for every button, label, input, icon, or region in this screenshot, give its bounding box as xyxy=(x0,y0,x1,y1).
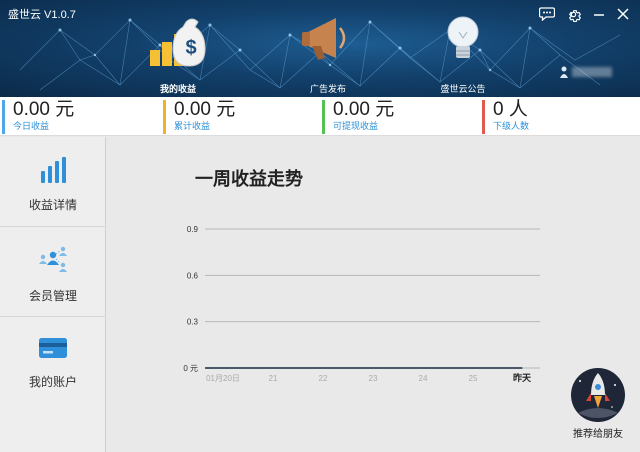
stat-value: 0.00 元 xyxy=(13,99,75,120)
minimize-icon[interactable] xyxy=(589,4,609,24)
username-obscured xyxy=(572,67,612,77)
svg-text:$: $ xyxy=(185,37,196,59)
chart-x-tick-label: 21 xyxy=(269,374,278,383)
chart-data-point xyxy=(372,367,374,369)
nav-label: 我的收益 xyxy=(159,84,196,94)
stat-caption: 累计收益 xyxy=(174,121,211,131)
chart-x-tick-label: 24 xyxy=(419,374,428,383)
header-banner: 盛世云 V1.0.7 $ 我的收益 广告发布 盛世云公告 xyxy=(0,0,640,97)
nav-announcements[interactable]: 盛世云公告 xyxy=(419,10,507,96)
stats-bar: 0.00 元 今日收益 0.00 元 累计收益 0.00 元 可提现收益 0 人… xyxy=(0,97,640,136)
chart-y-tick-label: 0.3 xyxy=(187,318,199,327)
chart-x-tick-label: 23 xyxy=(369,374,378,383)
chart-x-tick-label: 25 xyxy=(469,374,478,383)
nav-label: 广告发布 xyxy=(309,84,346,94)
close-icon[interactable] xyxy=(613,4,633,24)
user-icon xyxy=(560,66,568,78)
stat-caption: 下级人数 xyxy=(493,121,530,131)
bar-chart-icon xyxy=(41,157,66,183)
chart-x-tick-label: 昨天 xyxy=(513,372,532,383)
megaphone-icon xyxy=(302,18,346,60)
main-panel: 一周收益走势 0 元 0.3 0.6 0.9 01月20日 21 22 23 24 25 昨天 xyxy=(107,137,640,452)
stat-total-earnings: 0.00 元 累计收益 xyxy=(163,100,235,134)
stat-value: 0.00 元 xyxy=(333,99,395,120)
sidebar: 收益详情 会员管理 我的账户 xyxy=(0,137,106,452)
chart-y-tick-label: 0.9 xyxy=(187,225,199,234)
card-icon xyxy=(39,338,67,358)
sidebar-item-label: 收益详情 xyxy=(28,198,77,212)
stat-today-earnings: 0.00 元 今日收益 xyxy=(2,100,74,134)
nav-label: 盛世云公告 xyxy=(440,84,486,94)
chart-x-tick-label: 01月20日 xyxy=(206,374,240,383)
nav-my-earnings[interactable]: $ 我的收益 xyxy=(134,10,222,96)
gear-icon[interactable] xyxy=(563,4,583,24)
app-window: 盛世云 V1.0.7 $ 我的收益 广告发布 盛世云公告 0.00 元 今日收益… xyxy=(0,0,640,452)
chart-data-point xyxy=(272,367,274,369)
sidebar-item-label: 会员管理 xyxy=(28,289,77,303)
sidebar-item-earnings-detail[interactable]: 收益详情 xyxy=(0,137,106,227)
chart-y-tick-label: 0 元 xyxy=(183,364,198,373)
chart-data-point xyxy=(521,367,523,369)
stat-caption: 可提现收益 xyxy=(333,121,379,131)
sidebar-item-member-management[interactable]: 会员管理 xyxy=(0,227,106,317)
user-info[interactable] xyxy=(560,66,612,78)
stat-caption: 今日收益 xyxy=(13,121,50,131)
sidebar-item-my-account[interactable]: 我的账户 xyxy=(0,317,106,407)
app-title: 盛世云 V1.0.7 xyxy=(8,9,76,21)
stat-value: 0 人 xyxy=(493,99,528,120)
members-icon xyxy=(39,246,67,272)
chart-y-tick-label: 0.6 xyxy=(187,271,199,280)
recommend-friend-button[interactable]: 推荐给朋友 xyxy=(568,367,628,440)
recommend-friend-label: 推荐给朋友 xyxy=(573,429,623,440)
sidebar-item-label: 我的账户 xyxy=(28,375,77,389)
stat-subordinates: 0 人 下级人数 xyxy=(482,100,529,134)
chat-icon[interactable] xyxy=(537,4,557,24)
stat-value: 0.00 元 xyxy=(174,99,236,120)
rocket-icon xyxy=(571,368,625,422)
chart-x-tick-label: 22 xyxy=(319,374,328,383)
weekly-earnings-chart: 0 元 0.3 0.6 0.9 01月20日 21 22 23 24 25 昨天 xyxy=(183,225,540,383)
nav-ad-publish[interactable]: 广告发布 xyxy=(284,10,372,96)
chart-data-point xyxy=(222,367,224,369)
money-bag-icon: $ xyxy=(150,18,206,67)
stat-withdrawable-earnings: 0.00 元 可提现收益 xyxy=(322,100,394,134)
chart-data-point xyxy=(322,367,324,369)
chart-data-point xyxy=(422,367,424,369)
lightbulb-icon xyxy=(447,16,479,58)
chart-data-point xyxy=(472,367,474,369)
